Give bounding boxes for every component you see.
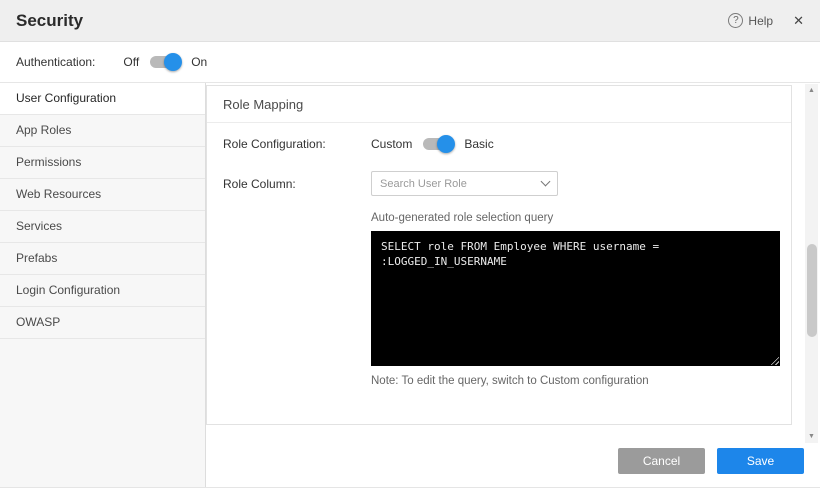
scrollbar-thumb[interactable] [807,244,817,337]
sidebar-item-services[interactable]: Services [0,211,205,243]
sidebar-item-user-configuration[interactable]: User Configuration [0,83,205,115]
sidebar-item-app-roles[interactable]: App Roles [0,115,205,147]
cancel-button[interactable]: Cancel [618,448,705,474]
authentication-off-label: Off [123,55,139,69]
sidebar-item-prefabs[interactable]: Prefabs [0,243,205,275]
sidebar-item-owasp[interactable]: OWASP [0,307,205,339]
role-configuration-toggle[interactable] [423,138,453,150]
panel-body: Role Configuration: Custom Basic Role Co… [207,123,791,387]
sidebar-item-web-resources[interactable]: Web Resources [0,179,205,211]
security-settings-window: Security ? Help ✕ Authentication: Off On… [0,0,820,488]
role-selection-query-textarea[interactable]: SELECT role FROM Employee WHERE username… [371,231,780,366]
authentication-toggle[interactable] [150,56,180,68]
scroll-down-icon[interactable]: ▼ [805,430,818,443]
query-caption: Auto-generated role selection query [371,212,775,224]
role-column-row: Role Column: Search User Role [223,171,775,196]
save-button[interactable]: Save [717,448,804,474]
main-content: Role Mapping Role Configuration: Custom … [206,83,820,488]
role-configuration-control: Custom Basic [371,137,494,151]
sidebar-item-permissions[interactable]: Permissions [0,147,205,179]
toggle-knob [164,53,182,71]
role-column-select[interactable]: Search User Role [371,171,558,196]
sidebar: User Configuration App Roles Permissions… [0,83,206,488]
help-link[interactable]: Help [748,14,773,28]
panel-title: Role Mapping [207,86,791,123]
sidebar-item-login-configuration[interactable]: Login Configuration [0,275,205,307]
toggle-knob [437,135,455,153]
page-title: Security [16,11,83,31]
footer-actions: Cancel Save [618,448,804,474]
chevron-down-icon [541,177,551,187]
role-mapping-panel: Role Mapping Role Configuration: Custom … [206,85,792,425]
scroll-up-icon[interactable]: ▲ [805,84,818,97]
authentication-label: Authentication: [16,55,95,69]
header: Security ? Help ✕ [0,0,820,42]
role-configuration-label: Role Configuration: [223,137,371,151]
role-configuration-row: Role Configuration: Custom Basic [223,137,775,151]
body: User Configuration App Roles Permissions… [0,83,820,488]
close-icon[interactable]: ✕ [793,13,804,29]
authentication-row: Authentication: Off On [0,42,820,83]
query-section: Auto-generated role selection query SELE… [371,212,775,387]
role-column-label: Role Column: [223,177,371,191]
authentication-on-label: On [191,55,207,69]
help-icon[interactable]: ? [728,13,743,28]
header-actions: ? Help ✕ [728,13,804,29]
vertical-scrollbar[interactable]: ▲ ▼ [805,84,818,443]
query-note: Note: To edit the query, switch to Custo… [371,375,775,387]
role-column-placeholder: Search User Role [380,178,467,190]
custom-option-label: Custom [371,137,412,151]
resize-handle[interactable] [768,354,779,365]
basic-option-label: Basic [464,137,493,151]
